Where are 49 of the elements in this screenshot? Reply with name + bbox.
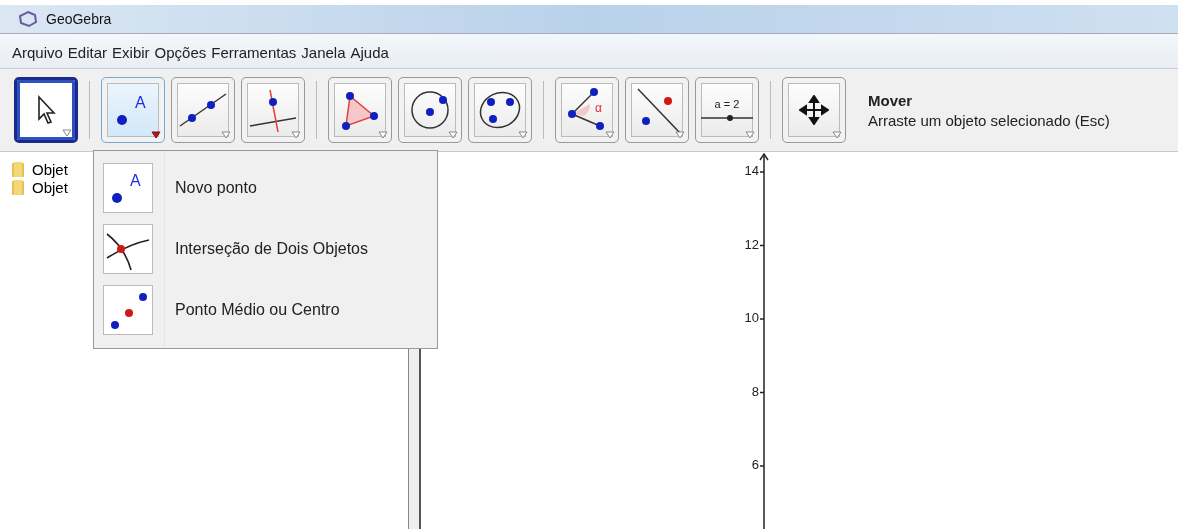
tool-button[interactable] <box>468 77 532 143</box>
menu-item[interactable]: Ponto Médio ou Centro <box>94 279 437 340</box>
dropdown-arrow-icon <box>745 131 755 139</box>
dropdown-arrow-icon <box>518 131 528 139</box>
menu-item[interactable]: A Novo ponto <box>94 157 437 218</box>
window-title: GeoGebra <box>46 11 112 27</box>
dropdown-arrow-icon <box>378 131 388 139</box>
tool-button[interactable] <box>171 77 235 143</box>
folder-icon <box>12 179 24 195</box>
dropdown-arrow-icon <box>675 131 685 139</box>
dropdown-arrow-icon <box>221 131 231 139</box>
move-arrows-icon <box>799 95 829 125</box>
tool-button[interactable] <box>328 77 392 143</box>
axis-tick-label: 6 <box>751 457 759 472</box>
axis-tick-label: 14 <box>744 163 759 178</box>
tree-item[interactable]: Objet <box>32 178 68 196</box>
menu-item[interactable]: Interseção de Dois Objetos <box>94 218 437 279</box>
dropdown-arrow-icon <box>448 131 458 139</box>
axis-tick-label: 10 <box>744 310 759 325</box>
dropdown-arrow-icon <box>832 131 842 139</box>
folder-icon <box>12 161 24 177</box>
app-logo-icon <box>18 10 38 28</box>
tool-button[interactable] <box>14 77 78 143</box>
tool-button[interactable]: α <box>555 77 619 143</box>
perpendicular-lines-icon <box>248 88 298 132</box>
tree-item[interactable]: Objet <box>32 160 68 178</box>
dropdown-arrow-icon <box>151 131 161 139</box>
menu-item[interactable]: Ferramentas <box>211 44 297 68</box>
tool-button[interactable]: a = 2 <box>695 77 759 143</box>
menu-item[interactable]: Janela <box>301 44 346 68</box>
circle-icon <box>408 88 452 132</box>
menu-item[interactable]: Arquivo <box>12 44 63 68</box>
menu-item[interactable]: Ajuda <box>350 44 389 68</box>
dropdown-arrow-icon <box>62 129 72 137</box>
tool-button[interactable] <box>241 77 305 143</box>
tool-button[interactable]: A <box>101 77 165 143</box>
axis-tick-label: 8 <box>751 383 759 399</box>
tool-title: Mover <box>868 91 914 109</box>
menu-item[interactable]: Exibir <box>112 44 150 68</box>
dropdown-arrow-icon <box>291 131 301 139</box>
tool-help-text: Arraste um objeto selecionado (Esc) <box>868 111 1110 129</box>
line-icon <box>178 90 228 130</box>
menu-item[interactable]: Editar <box>67 44 108 68</box>
tool-button[interactable] <box>782 77 846 143</box>
axis-tick-label: 12 <box>744 236 759 252</box>
menu-item[interactable]: Opções <box>154 44 207 68</box>
tool-button[interactable] <box>398 77 462 143</box>
tool-button[interactable] <box>625 77 689 143</box>
dropdown-arrow-icon <box>605 131 615 139</box>
